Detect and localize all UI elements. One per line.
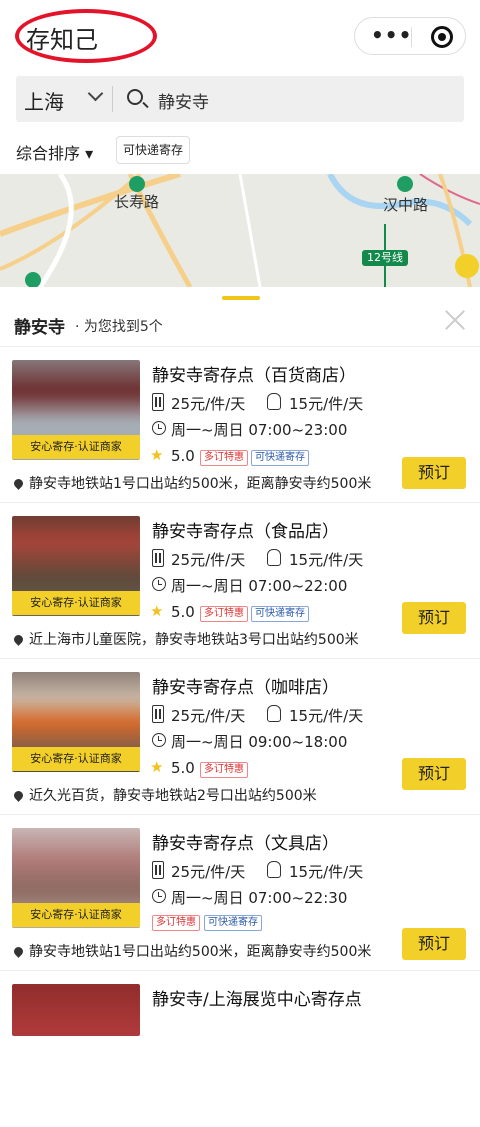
store-name: 静安寺寄存点（文具店） xyxy=(152,834,339,854)
search-icon xyxy=(127,89,143,105)
book-button[interactable]: 预订 xyxy=(402,758,466,790)
suitcase-icon xyxy=(152,705,164,723)
discount-tag: 多订特惠 xyxy=(200,606,248,622)
clock-icon xyxy=(152,577,166,591)
certified-badge: 安心寄存·认证商家 xyxy=(12,903,140,927)
price-large-item: 25元/件/天 xyxy=(171,863,246,881)
certified-badge: 安心寄存·认证商家 xyxy=(12,747,140,771)
location-pin-icon xyxy=(12,477,25,490)
city-selector[interactable]: 上海 xyxy=(24,86,64,115)
address: 静安寺地铁站1号口出站约500米，距离静安寺约500米 xyxy=(29,476,372,492)
map-view[interactable]: 长寿路 汉中路 xyxy=(0,174,480,287)
backpack-icon xyxy=(267,705,281,722)
filter-bar: 综合排序 ▾ 可快递寄存 xyxy=(0,130,480,174)
address: 近上海市儿童医院，静安寺地铁站3号口出站约500米 xyxy=(29,632,359,648)
close-icon[interactable] xyxy=(444,309,466,331)
storefront-photo xyxy=(12,984,140,1036)
more-icon[interactable]: ••• xyxy=(371,25,412,45)
backpack-icon xyxy=(267,393,281,410)
results-count: · 为您找到5个 xyxy=(75,319,163,335)
price-small-item: 15元/件/天 xyxy=(289,551,364,569)
storage-card[interactable]: 安心寄存·认证商家 静安寺寄存点（食品店） 25元/件/天 15元/件/天 周一… xyxy=(0,503,480,659)
opening-hours: 周一~周日 07:00~22:00 xyxy=(171,577,348,595)
price-large-item: 25元/件/天 xyxy=(171,551,246,569)
express-tag: 可快递寄存 xyxy=(251,450,309,466)
clock-icon xyxy=(152,421,166,435)
price-small-item: 15元/件/天 xyxy=(289,863,364,881)
sort-dropdown[interactable]: 综合排序 ▾ xyxy=(16,140,93,164)
price-small-item: 15元/件/天 xyxy=(289,395,364,413)
star-icon: ★ xyxy=(150,758,164,776)
rating: 5.0 xyxy=(171,603,195,621)
star-icon: ★ xyxy=(150,602,164,620)
storage-card[interactable]: 安心寄存·认证商家 静安寺寄存点（咖啡店） 25元/件/天 15元/件/天 周一… xyxy=(0,659,480,815)
suitcase-icon xyxy=(152,861,164,879)
search-input[interactable]: 静安寺 xyxy=(158,88,209,113)
location-pin-icon xyxy=(12,789,25,802)
station-label-hanzhong-road: 汉中路 xyxy=(383,196,429,214)
certified-badge: 安心寄存·认证商家 xyxy=(12,435,140,459)
results-title: 静安寺 xyxy=(14,318,65,338)
location-pin-icon xyxy=(12,633,25,646)
store-name: 静安寺寄存点（食品店） xyxy=(152,522,339,542)
rating: 5.0 xyxy=(171,447,195,465)
book-button[interactable]: 预订 xyxy=(402,928,466,960)
book-button[interactable]: 预订 xyxy=(402,457,466,489)
drag-handle[interactable] xyxy=(222,296,260,300)
discount-tag: 多订特惠 xyxy=(152,915,200,931)
store-name: 静安寺/上海展览中心寄存点 xyxy=(152,990,362,1010)
discount-tag: 多订特惠 xyxy=(200,762,248,778)
search-divider xyxy=(112,86,113,112)
close-miniprogram-icon[interactable] xyxy=(431,26,453,48)
opening-hours: 周一~周日 07:00~22:30 xyxy=(171,889,348,907)
metro-line-tag: 12号线 xyxy=(362,250,408,266)
discount-tag: 多订特惠 xyxy=(200,450,248,466)
store-name: 静安寺寄存点（百货商店） xyxy=(152,366,356,386)
express-filter-chip[interactable]: 可快递寄存 xyxy=(116,136,191,164)
storage-card[interactable]: 静安寺/上海展览中心寄存点 xyxy=(0,971,480,1127)
opening-hours: 周一~周日 07:00~23:00 xyxy=(171,421,348,439)
top-bar: 存知己 ••• xyxy=(0,0,480,72)
suitcase-icon xyxy=(152,549,164,567)
location-pin-icon xyxy=(12,945,25,958)
express-tag: 可快递寄存 xyxy=(251,606,309,622)
price-large-item: 25元/件/天 xyxy=(171,395,246,413)
opening-hours: 周一~周日 09:00~18:00 xyxy=(171,733,348,751)
map-roads xyxy=(0,174,480,287)
suitcase-icon xyxy=(152,393,164,411)
address: 静安寺地铁站1号口出站约500米，距离静安寺约500米 xyxy=(29,944,372,960)
mini-program-capsule: ••• xyxy=(354,17,466,55)
store-name: 静安寺寄存点（咖啡店） xyxy=(152,678,339,698)
capsule-divider xyxy=(411,27,412,47)
clock-icon xyxy=(152,889,166,903)
results-panel: 静安寺 · 为您找到5个 安心寄存·认证商家 静安寺寄存点（百货商店） 25元/… xyxy=(0,287,480,1036)
certified-badge: 安心寄存·认证商家 xyxy=(12,591,140,615)
star-icon: ★ xyxy=(150,446,164,464)
backpack-icon xyxy=(267,549,281,566)
highlight-ring xyxy=(15,9,157,63)
price-small-item: 15元/件/天 xyxy=(289,707,364,725)
book-button[interactable]: 预订 xyxy=(402,602,466,634)
backpack-icon xyxy=(267,861,281,878)
clock-icon xyxy=(152,733,166,747)
storage-card[interactable]: 安心寄存·认证商家 静安寺寄存点（百货商店） 25元/件/天 15元/件/天 周… xyxy=(0,347,480,503)
price-large-item: 25元/件/天 xyxy=(171,707,246,725)
express-tag: 可快递寄存 xyxy=(204,915,262,931)
search-bar: 上海 静安寺 xyxy=(16,76,464,122)
rating: 5.0 xyxy=(171,759,195,777)
address: 近久光百货，静安寺地铁站2号口出站约500米 xyxy=(29,788,317,804)
chevron-down-icon[interactable] xyxy=(87,85,104,102)
storage-card[interactable]: 安心寄存·认证商家 静安寺寄存点（文具店） 25元/件/天 15元/件/天 周一… xyxy=(0,815,480,971)
station-label-changshou-road: 长寿路 xyxy=(114,193,160,211)
